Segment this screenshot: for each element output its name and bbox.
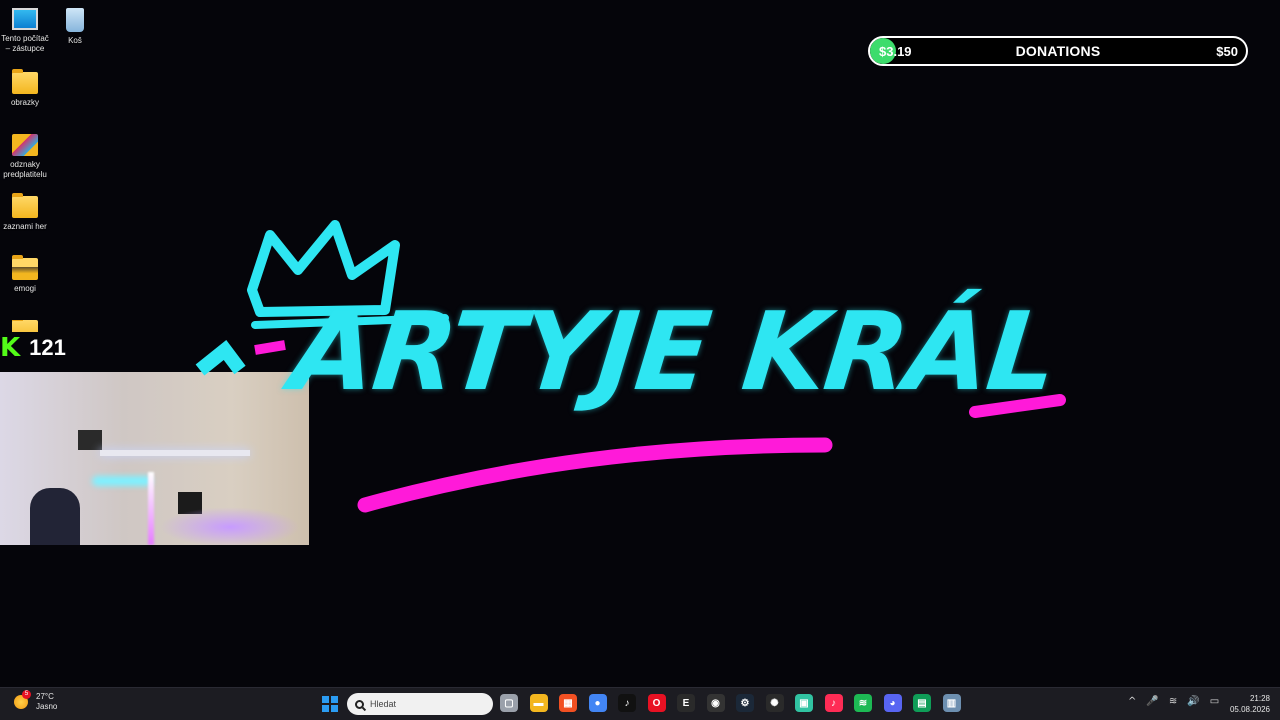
steam-icon[interactable]: ⚙ (736, 694, 754, 712)
desktop-icon-obrazky[interactable]: obrazky (0, 69, 52, 108)
folder-icon (12, 255, 38, 280)
weather-condition: Jasno (36, 702, 58, 711)
donation-goal: $50 (1216, 43, 1238, 59)
chevron-up-icon[interactable]: ^ (1128, 696, 1136, 707)
stream-logo: ARTYJE KRÁL (180, 200, 1080, 530)
kick-icon: K (0, 333, 21, 363)
taskbar: 5 27°C Jasno Hledat ▢ ▬ ▦ ● ♪ O E ◉ ⚙ ✺ ▣ ♪ ≋ ◕ ▤ ▥ ^ 🎤… (0, 687, 1280, 720)
desktop-icon-label: obrazky (10, 98, 39, 107)
search-placeholder: Hledat (370, 699, 397, 709)
sun-icon: 5 (14, 690, 31, 709)
desktop-icon-partial-folder[interactable] (0, 320, 52, 332)
opera-icon[interactable]: O (647, 694, 666, 712)
desktop-icon-this-pc[interactable]: Tento počítač – zástupce (0, 8, 52, 54)
obs-icon[interactable]: ◉ (706, 694, 725, 712)
windows-logo-icon (322, 696, 329, 703)
clock-time: 21:28 (1249, 694, 1270, 703)
webcam-speaker-object (78, 430, 102, 450)
desktop-icon-emogi[interactable]: emogi (0, 255, 52, 294)
webcam-chair-object (30, 488, 80, 545)
donation-goal-bar: $3.19 DONATIONS $50 (868, 36, 1248, 66)
epic-games-icon[interactable]: E (677, 694, 695, 712)
sheets-icon[interactable]: ▤ (913, 694, 931, 712)
recycle-bin-icon (66, 8, 84, 32)
streamlabs-icon[interactable]: ▣ (795, 694, 813, 712)
desktop-icon-label: Tento počítač – zástupce (1, 34, 49, 53)
search-icon (355, 699, 364, 709)
microsoft-store-icon[interactable]: ▦ (559, 694, 577, 712)
system-tray: ^ 🎤 ≋ 🔊 ▭ (1128, 696, 1229, 707)
desktop-icon-zaznami[interactable]: zaznami her (0, 193, 52, 232)
clock-date: 05.08.2026 (1229, 705, 1270, 714)
desktop-icon-label: Koš (68, 36, 82, 45)
app-window-icon[interactable]: ▥ (942, 694, 961, 712)
folder-icon (12, 69, 38, 94)
folder-icon (12, 320, 38, 332)
chatgpt-icon[interactable]: ✺ (765, 694, 784, 712)
microphone-icon[interactable]: 🎤 (1146, 696, 1158, 707)
viewer-counter: K 121 (0, 333, 66, 363)
folder-icon (12, 193, 38, 218)
computer-icon (12, 8, 38, 30)
discord-icon[interactable]: ◕ (883, 694, 902, 712)
taskbar-clock[interactable]: 21:28 05.08.2026 (1230, 693, 1270, 715)
battery-icon[interactable]: ▭ (1210, 696, 1219, 707)
webcam-led-light (92, 476, 152, 486)
viewer-count: 121 (29, 335, 66, 360)
folder-icon (12, 134, 38, 156)
weather-widget[interactable]: 5 27°C Jasno (14, 690, 58, 712)
chrome-icon[interactable]: ● (588, 694, 607, 712)
task-view-icon[interactable]: ▢ (500, 694, 518, 712)
spotify-icon[interactable]: ≋ (854, 694, 872, 712)
taskbar-search[interactable]: Hledat (347, 693, 493, 715)
webcam-led-bar (148, 472, 154, 545)
desktop-icon-odznaky[interactable]: odznaky predplatitelu (0, 134, 52, 180)
logo-title: ARTYJE KRÁL (285, 290, 1062, 415)
wifi-icon[interactable]: ≋ (1169, 696, 1177, 707)
taskbar-apps: ▢ ▬ ▦ ● ♪ O E ◉ ⚙ ✺ ▣ ♪ ≋ ◕ ▤ ▥ (500, 694, 972, 712)
tiktok-live-icon[interactable]: ♪ (824, 694, 843, 712)
desktop-icon-label: emogi (14, 284, 36, 293)
logo-swoosh (357, 437, 833, 513)
file-explorer-icon[interactable]: ▬ (529, 694, 548, 712)
weather-temp: 27°C (36, 692, 54, 701)
speaker-icon[interactable]: 🔊 (1187, 696, 1199, 707)
desktop-icon-label: zaznami her (3, 222, 47, 231)
tiktok-icon[interactable]: ♪ (618, 694, 636, 712)
donation-title: DONATIONS (1015, 43, 1101, 59)
desktop-icon-label: odznaky predplatitelu (3, 160, 47, 179)
start-button[interactable] (322, 696, 338, 712)
notification-badge: 5 (22, 690, 31, 699)
desktop-icon-recycle-bin[interactable]: Koš (48, 8, 102, 46)
